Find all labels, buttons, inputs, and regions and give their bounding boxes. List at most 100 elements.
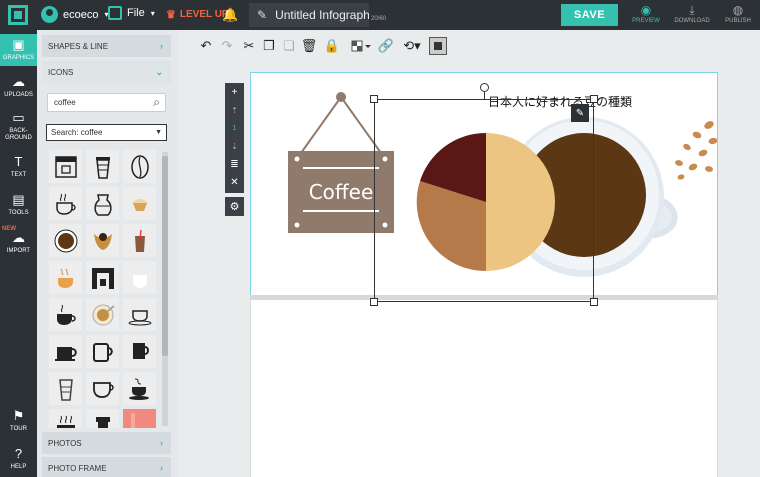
nav-text[interactable]: T TEXT — [0, 154, 37, 179]
transparency-icon[interactable] — [350, 37, 372, 55]
iced-coffee-icon[interactable] — [123, 224, 156, 257]
coffee-pot-icon[interactable] — [86, 187, 119, 220]
coffee-splash-icon[interactable] — [86, 224, 119, 257]
coffee-cup-steam-icon[interactable] — [49, 187, 82, 220]
rotate-handle-line — [484, 92, 485, 99]
pink-card-icon[interactable] — [123, 409, 156, 428]
edit-chart-icon[interactable]: ✎ — [571, 104, 589, 122]
paper-cup-icon[interactable] — [49, 372, 82, 405]
mug-outline-icon[interactable] — [86, 335, 119, 368]
gear-icon[interactable]: ⚙ — [225, 197, 244, 216]
page-continuation[interactable] — [250, 300, 718, 477]
chevron-right-icon: › — [160, 463, 163, 473]
publish-label: PUBLISH — [725, 18, 751, 24]
nav-tools[interactable]: ▤ TOOLS — [0, 192, 37, 217]
resize-handle-bottom-right[interactable] — [590, 298, 598, 306]
icons-section[interactable]: ICONS ⌄ — [42, 61, 171, 83]
lock-icon[interactable]: 🔒 — [323, 37, 341, 55]
coffee-beans-graphic[interactable] — [669, 111, 718, 186]
move-up-icon[interactable]: ⇡ — [231, 101, 238, 119]
monitor-icon: ▭ — [12, 110, 25, 125]
nav-graphics[interactable]: ▣ GRAPHICS — [0, 34, 37, 66]
cup-with-spoon-icon[interactable] — [86, 298, 119, 331]
icon-grid-scroll-thumb[interactable] — [162, 156, 168, 356]
nav-uploads-label: UPLOADS — [4, 92, 33, 98]
tall-mug-icon[interactable] — [123, 335, 156, 368]
photo-frame-label: PHOTO FRAME — [48, 463, 107, 473]
rotate-handle[interactable] — [480, 83, 489, 92]
delete-page-icon[interactable]: ✕ — [230, 173, 238, 191]
latte-cup-icon[interactable] — [49, 261, 82, 294]
search-select-value: Search: coffee — [51, 128, 103, 137]
resize-handle-bottom-left[interactable] — [370, 298, 378, 306]
crown-icon: ♛ — [166, 9, 176, 21]
add-page-icon[interactable]: + — [232, 83, 238, 101]
duplicate-page-icon[interactable]: ≣ — [230, 155, 238, 173]
nav-import[interactable]: NEW ☁ IMPORT — [0, 226, 37, 255]
takeaway-cup-icon[interactable] — [86, 150, 119, 183]
chevron-down-icon: ▾ — [150, 8, 155, 18]
nav-graphics-label: GRAPHICS — [2, 55, 35, 61]
chevron-right-icon: › — [160, 41, 163, 51]
photos-section[interactable]: PHOTOS › — [42, 432, 171, 454]
resize-handle-top-left[interactable] — [370, 95, 378, 103]
download-icon: ⤓ — [689, 3, 695, 17]
nav-uploads[interactable]: ☁ UPLOADS — [0, 74, 37, 99]
redo-icon[interactable]: ↷ — [218, 37, 236, 55]
user-menu[interactable]: ecoeco ▾ — [41, 6, 109, 23]
download-button[interactable]: ⤓ DOWNLOAD — [670, 3, 714, 29]
cut-icon[interactable]: ✂ — [240, 37, 258, 55]
nav-background[interactable]: ▭ BACK-GROUND — [0, 110, 37, 142]
cupcake-icon[interactable] — [123, 187, 156, 220]
nav-tour-label: TOUR — [10, 426, 27, 432]
chevron-right-icon: › — [160, 438, 163, 448]
app-logo-icon[interactable] — [8, 5, 28, 25]
teacup-icon[interactable] — [86, 372, 119, 405]
grinder-icon[interactable] — [86, 409, 119, 428]
resize-handle-top-right[interactable] — [590, 95, 598, 103]
document-title-field[interactable]: ✎ Untitled Infographic — [249, 3, 369, 27]
file-menu-label: File — [127, 7, 145, 19]
nav-help[interactable]: ? HELP — [0, 446, 37, 471]
search-icon[interactable]: ⌕ — [153, 95, 160, 110]
coffee-cup-top-icon[interactable] — [49, 224, 82, 257]
new-badge: NEW — [2, 226, 16, 232]
mug-solid-icon[interactable] — [49, 335, 82, 368]
shapes-line-label: SHAPES & LINE — [48, 41, 109, 51]
flip-icon[interactable]: ⟲▾ — [400, 37, 424, 55]
undo-icon[interactable]: ↶ — [197, 37, 215, 55]
download-label: DOWNLOAD — [674, 18, 710, 24]
tools-icon: ▤ — [12, 192, 25, 207]
level-up-button[interactable]: ♛ LEVEL UP — [166, 8, 229, 21]
steaming-drink-icon[interactable] — [49, 409, 82, 428]
coffee-cup-icon[interactable] — [49, 298, 82, 331]
preview-button[interactable]: ◉ PREVIEW — [624, 3, 668, 29]
avatar — [41, 6, 58, 23]
shapes-line-section[interactable]: SHAPES & LINE › — [42, 35, 171, 57]
link-icon[interactable]: 🔗 — [377, 37, 395, 55]
trash-icon[interactable]: 🗑 — [300, 37, 318, 55]
search-select[interactable]: Search: coffee ▼ — [46, 124, 167, 141]
coffee-machine-icon[interactable] — [86, 261, 119, 294]
coffee-bean-icon[interactable] — [123, 150, 156, 183]
espresso-machine-icon[interactable] — [49, 150, 82, 183]
globe-icon: ◍ — [732, 3, 744, 17]
cloud-upload-icon: ☁ — [12, 74, 25, 89]
move-down-icon[interactable]: ⇣ — [231, 137, 238, 155]
icon-search-input[interactable]: coffee ⌕ — [47, 93, 166, 112]
publish-button[interactable]: ◍ PUBLISH — [716, 3, 760, 29]
photo-frame-section[interactable]: PHOTO FRAME › — [42, 457, 171, 477]
cup-steam-saucer-icon[interactable] — [123, 372, 156, 405]
layer-icon[interactable] — [429, 37, 447, 55]
copy-icon[interactable]: ❐ — [260, 37, 278, 55]
paste-icon[interactable]: ❏ — [280, 37, 298, 55]
text-icon: T — [14, 154, 23, 169]
nav-import-label: IMPORT — [6, 248, 31, 254]
selection-box[interactable] — [374, 99, 594, 302]
cup-saucer-icon[interactable] — [123, 298, 156, 331]
save-button[interactable]: SAVE — [561, 4, 618, 26]
white-cup-icon[interactable] — [123, 261, 156, 294]
nav-tour[interactable]: ⚑ TOUR — [0, 408, 37, 433]
bell-icon[interactable]: 🔔 — [222, 7, 238, 23]
file-menu[interactable]: File ▾ — [108, 6, 155, 20]
